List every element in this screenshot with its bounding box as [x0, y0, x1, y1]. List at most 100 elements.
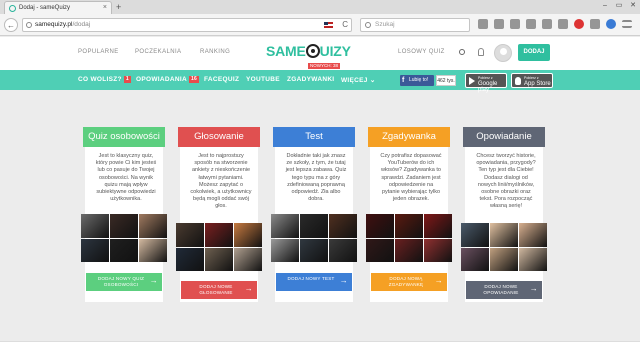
card-poll: Głosowanie Jest to najprostszy sposób na…: [176, 127, 262, 302]
language-flag-icon[interactable]: [324, 22, 333, 28]
nav-youtube[interactable]: YOUTUBE: [246, 76, 280, 83]
url-host: samequizy.pl: [35, 21, 73, 28]
search-icon[interactable]: [459, 49, 465, 55]
card-description: Jest to klasyczny quiz, który powie Ci k…: [95, 153, 157, 203]
window-close-button[interactable]: ✕: [626, 0, 640, 13]
thumbnail-image: [205, 223, 233, 247]
logo-text-left: SAME: [266, 43, 306, 59]
thumbnail-image: [139, 214, 167, 238]
facebook-like-button[interactable]: Lubię to!: [400, 75, 434, 86]
thumbnail-image: [424, 238, 452, 262]
pocket-icon[interactable]: [542, 19, 552, 29]
thumbnail-image: [234, 247, 262, 271]
apple-icon: [515, 77, 521, 85]
adblock-icon[interactable]: [574, 19, 584, 29]
notification-bell-icon[interactable]: [478, 48, 484, 56]
nav-popular[interactable]: POPULARNE: [78, 49, 119, 55]
nav-more[interactable]: WIĘCEJ ⌄: [341, 76, 376, 84]
thumbnail-image: [519, 223, 547, 247]
download-icon[interactable]: [510, 19, 520, 29]
menu-icon[interactable]: [622, 20, 632, 28]
browser-toolbar: ← samequizy.pl/dodaj C Szukaj: [0, 14, 640, 36]
arrow-right-icon: →: [244, 284, 253, 293]
url-bar[interactable]: samequizy.pl/dodaj C: [22, 18, 352, 32]
add-poll-button[interactable]: DODAJ NOWE GŁOSOWANIE →: [181, 281, 257, 299]
thumbnail-image: [395, 238, 423, 262]
reading-list-icon[interactable]: [494, 19, 504, 29]
card-description: Czy potrafisz dopasować YouTuberów do ic…: [380, 153, 442, 203]
extension-icon[interactable]: [590, 19, 600, 29]
arrow-right-icon: →: [434, 276, 443, 285]
store-label: App Store: [524, 81, 551, 87]
card-title: Opowiadanie: [463, 127, 545, 147]
add-button[interactable]: DODAJ: [518, 44, 550, 61]
window-minimize-button[interactable]: –: [598, 0, 612, 13]
browser-tab[interactable]: Dodaj - sameQuizy ×: [4, 1, 112, 14]
card-description: Chcesz tworzyć historie, opowiadania, pr…: [476, 153, 536, 210]
reload-icon[interactable]: C: [342, 19, 348, 31]
card-thumbnails: [176, 223, 262, 271]
thumbnail-image: [395, 214, 423, 238]
button-label: DODAJ NOWY TEST: [287, 276, 335, 281]
random-quiz-link[interactable]: LOSOWY QUIZ: [398, 49, 445, 55]
card-thumbnails: [366, 214, 452, 262]
facebook-like-count: 462 tys.: [436, 75, 456, 86]
arrow-right-icon: →: [339, 276, 348, 285]
count-badge: 1: [123, 76, 131, 83]
thumbnail-image: [329, 214, 357, 238]
google-play-icon: [469, 77, 475, 85]
nav-waiting-room[interactable]: POCZEKALNIA: [135, 49, 181, 55]
thumbnail-image: [271, 214, 299, 238]
new-tab-button[interactable]: +: [116, 1, 121, 13]
thumbnail-image: [300, 214, 328, 238]
new-count-badge: NOWYCH: 38: [308, 63, 341, 69]
skype-icon[interactable]: [606, 19, 616, 29]
add-story-button[interactable]: DODAJ NOWE OPOWIADANIE →: [466, 281, 542, 299]
site-header: POPULARNE POCZEKALNIA RANKING SAME UIZY N…: [0, 37, 640, 70]
arrow-right-icon: →: [529, 284, 538, 293]
button-label: DODAJ NOWĄ ZGADYWANKĘ: [388, 276, 424, 287]
avatar[interactable]: [494, 44, 512, 62]
site-info-icon[interactable]: [26, 22, 32, 28]
tab-close-icon[interactable]: ×: [103, 2, 107, 14]
card-title: Quiz osobowości: [83, 127, 165, 147]
thumbnail-image: [366, 214, 394, 238]
add-personality-quiz-button[interactable]: DODAJ NOWY QUIZ OSOBOWOŚCI →: [86, 273, 162, 291]
count-badge: 16: [188, 76, 200, 83]
chat-icon[interactable]: [558, 19, 568, 29]
nav-ranking[interactable]: RANKING: [200, 49, 230, 55]
site-favicon-icon: [9, 5, 16, 12]
search-icon: [365, 22, 371, 28]
nav-stories[interactable]: OPOWIADANIA 16: [136, 76, 200, 83]
google-play-badge[interactable]: Pobierz z Google play: [465, 73, 507, 93]
nav-facequiz[interactable]: FACEQUIZ: [204, 76, 239, 83]
nav-label: CO WOLISZ?: [78, 76, 122, 83]
thumbnail-image: [110, 238, 138, 262]
back-button[interactable]: ←: [4, 18, 18, 32]
nav-would-you-rather[interactable]: CO WOLISZ? 1: [78, 76, 131, 83]
thumbnail-image: [490, 247, 518, 271]
thumbnail-image: [176, 247, 204, 271]
bookmark-star-icon[interactable]: [478, 19, 488, 29]
add-guessing-button[interactable]: DODAJ NOWĄ ZGADYWANKĘ →: [371, 273, 447, 291]
thumbnail-image: [110, 214, 138, 238]
nav-guessing[interactable]: ZGADYWANKI: [287, 76, 334, 83]
card-story: Opowiadanie Chcesz tworzyć historie, opo…: [461, 127, 547, 302]
card-thumbnails: [461, 223, 547, 271]
thumbnail-image: [461, 247, 489, 271]
site-logo[interactable]: SAME UIZY: [266, 43, 351, 59]
browser-search-input[interactable]: Szukaj: [360, 18, 470, 32]
card-description: Jest to najprostszy sposób na stworzenie…: [190, 153, 252, 210]
card-title: Test: [273, 127, 355, 147]
url-path: /dodaj: [72, 21, 91, 28]
page-bottom: [0, 341, 640, 360]
add-test-button[interactable]: DODAJ NOWY TEST →: [276, 273, 352, 291]
toolbar-icons: [478, 19, 632, 31]
app-store-badge[interactable]: Pobierz z App Store: [511, 73, 553, 88]
window-maximize-button[interactable]: ▭: [612, 0, 626, 13]
thumbnail-image: [366, 238, 394, 262]
home-icon[interactable]: [526, 19, 536, 29]
card-personality-quiz: Quiz osobowości Jest to klasyczny quiz, …: [81, 127, 167, 302]
button-label: DODAJ NOWY QUIZ OSOBOWOŚCI: [97, 276, 145, 287]
thumbnail-image: [176, 223, 204, 247]
